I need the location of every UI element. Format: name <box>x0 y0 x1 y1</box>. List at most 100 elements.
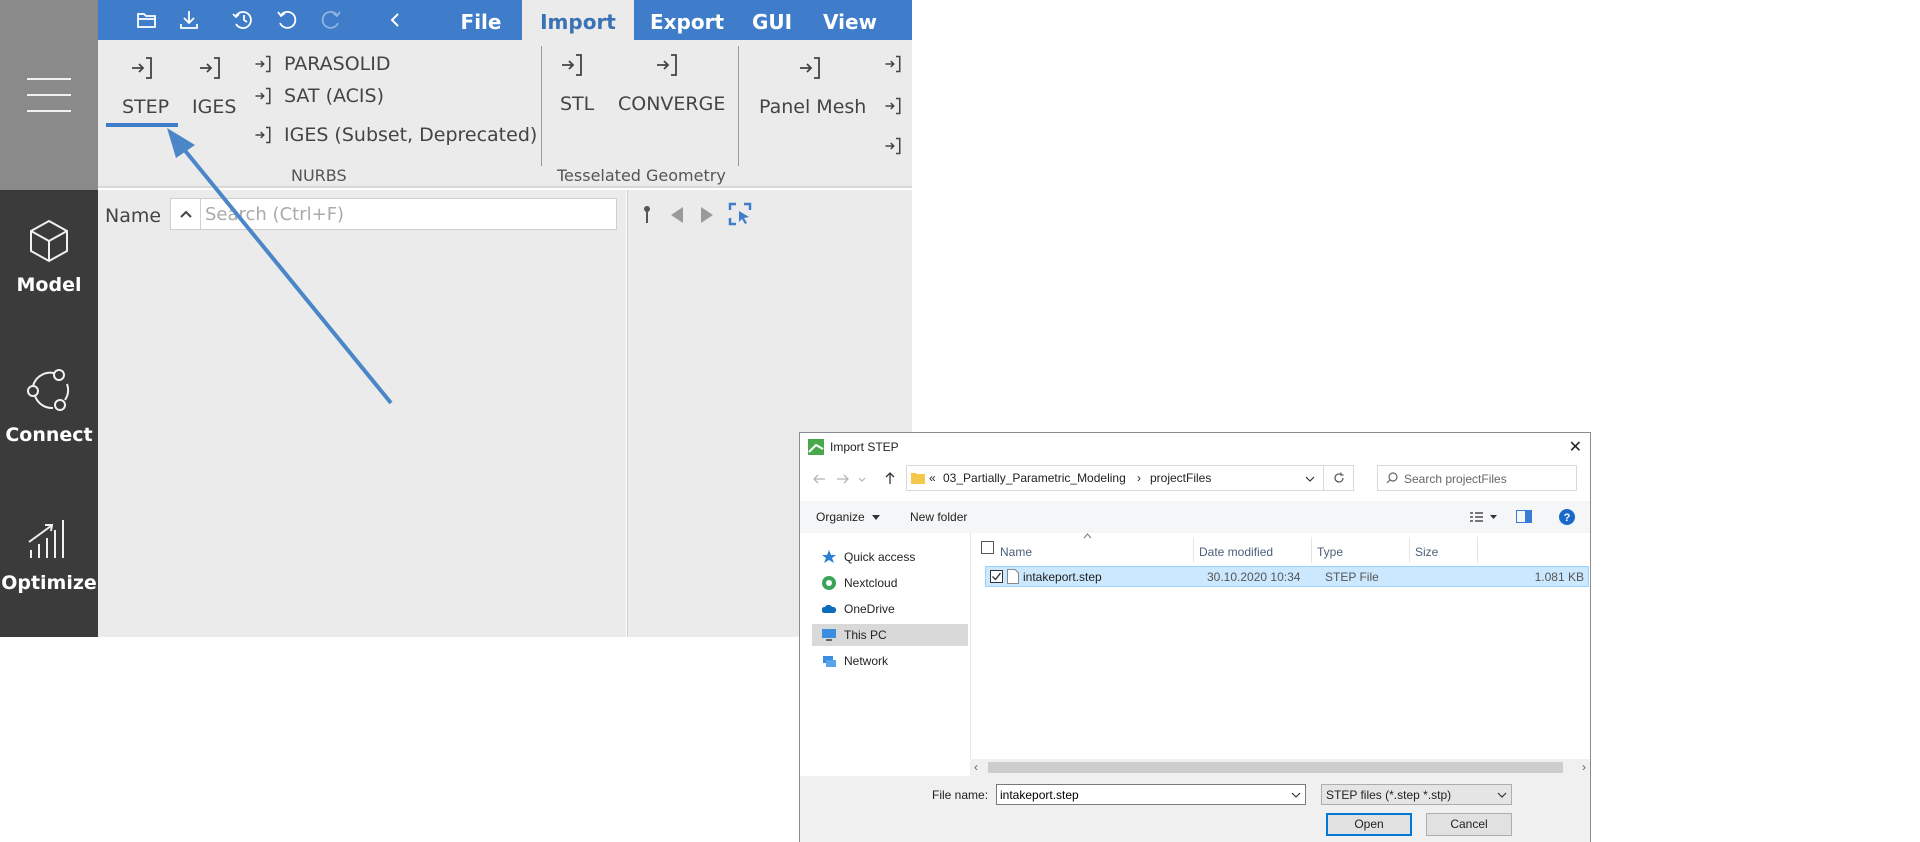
tab-file[interactable]: File <box>446 0 516 40</box>
sidebar-label-optimize: Optimize <box>1 572 97 594</box>
previous-icon[interactable] <box>670 206 684 224</box>
import-step-button[interactable]: STEP <box>122 96 169 118</box>
file-name-field <box>996 784 1306 805</box>
import-sat-button[interactable]: SAT (ACIS) <box>284 85 384 107</box>
file-type-filter[interactable]: STEP files (*.step *.stp) <box>1321 784 1512 805</box>
search-files-box <box>1377 465 1577 491</box>
nav-item-network[interactable]: Network <box>812 650 968 672</box>
horizontal-scrollbar[interactable]: ‹ › <box>970 759 1590 776</box>
import-more-icon-2[interactable] <box>884 96 902 116</box>
dialog-title: Import STEP <box>830 440 899 454</box>
recent-dropdown-icon[interactable] <box>858 477 866 483</box>
file-row[interactable]: intakeport.step 30.10.2020 10:34 STEP Fi… <box>985 566 1589 587</box>
import-sat-icon <box>255 87 271 105</box>
chevron-up-icon <box>179 210 192 218</box>
collapse-button[interactable] <box>171 199 201 229</box>
chevron-down-icon[interactable] <box>1291 788 1301 802</box>
refresh-button[interactable] <box>1324 465 1354 491</box>
chevron-down-icon[interactable] <box>1305 476 1315 482</box>
dialog-footer: File name: STEP files (*.step *.stp) Ope… <box>800 776 1590 842</box>
pin-icon[interactable] <box>642 204 652 224</box>
select-target-icon[interactable] <box>728 202 752 226</box>
close-button[interactable]: ✕ <box>1569 437 1582 457</box>
file-list: Name Date modified Type Size intakeport.… <box>970 533 1590 763</box>
hamburger-menu-icon[interactable] <box>27 78 71 112</box>
tree-search-input[interactable] <box>203 199 613 229</box>
nav-item-quick-access[interactable]: Quick access <box>812 546 968 568</box>
import-converge-button[interactable]: CONVERGE <box>618 93 725 115</box>
breadcrumb-subfolder[interactable]: projectFiles <box>1150 471 1211 485</box>
scroll-left-icon[interactable]: ‹ <box>974 760 978 774</box>
sidebar-item-model[interactable]: Model <box>0 218 98 296</box>
next-icon[interactable] <box>700 206 714 224</box>
scroll-thumb[interactable] <box>988 762 1563 773</box>
import-iges-icon <box>200 57 220 79</box>
new-folder-button[interactable]: New folder <box>910 510 967 524</box>
column-header-date[interactable]: Date modified <box>1199 545 1273 559</box>
open-folder-icon[interactable] <box>132 5 162 35</box>
undo-icon[interactable] <box>272 5 302 35</box>
scroll-right-icon[interactable]: › <box>1582 760 1586 774</box>
import-iges-subset-button[interactable]: IGES (Subset, Deprecated) <box>284 124 537 146</box>
import-more-icon-3[interactable] <box>884 136 902 156</box>
sidebar-item-optimize[interactable]: Optimize <box>0 514 98 594</box>
sidebar-item-connect[interactable]: Connect <box>0 366 98 446</box>
navigation-pane: Quick access Nextcloud OneDrive This PC … <box>800 533 970 773</box>
organize-menu[interactable]: Organize <box>816 510 865 524</box>
folder-icon <box>911 473 925 484</box>
file-checkbox[interactable] <box>990 570 1003 583</box>
import-panel-mesh-button[interactable]: Panel Mesh <box>759 96 866 118</box>
column-header-name[interactable]: Name <box>1000 545 1032 559</box>
import-stl-button[interactable]: STL <box>560 93 594 115</box>
back-arrow-icon[interactable] <box>812 473 826 485</box>
tab-export[interactable]: Export <box>640 0 734 40</box>
file-name-input[interactable] <box>1000 787 1280 803</box>
refresh-icon <box>1333 472 1344 483</box>
import-iges-subset-icon <box>255 126 271 144</box>
import-step-dialog: Import STEP ✕ « 03_Partially_Parametric_… <box>799 432 1591 842</box>
nav-item-this-pc[interactable]: This PC <box>812 624 968 646</box>
tab-view[interactable]: View <box>810 0 890 40</box>
nav-label-network: Network <box>844 654 889 668</box>
nav-item-nextcloud[interactable]: Nextcloud <box>812 572 968 594</box>
up-arrow-icon[interactable] <box>884 471 896 485</box>
breadcrumb-prefix: « <box>929 471 936 485</box>
column-header-size[interactable]: Size <box>1415 545 1438 559</box>
cancel-button[interactable]: Cancel <box>1426 813 1512 836</box>
nurbs-group-label: NURBS <box>291 166 347 185</box>
computer-icon <box>822 629 836 641</box>
address-bar[interactable]: « 03_Partially_Parametric_Modeling › pro… <box>906 465 1324 491</box>
breadcrumb-folder[interactable]: 03_Partially_Parametric_Modeling <box>943 471 1126 485</box>
file-name-label: File name: <box>932 788 989 802</box>
open-button[interactable]: Open <box>1326 813 1412 836</box>
nav-label-this-pc: This PC <box>844 628 887 642</box>
file-size: 1.081 KB <box>1534 570 1584 584</box>
preview-pane-icon[interactable] <box>1516 510 1532 523</box>
chevron-left-icon[interactable] <box>380 5 410 35</box>
tab-import[interactable]: Import <box>522 0 634 42</box>
import-parasolid-icon <box>255 55 271 73</box>
column-header-type[interactable]: Type <box>1317 545 1343 559</box>
ribbon-separator <box>541 46 542 166</box>
nav-label-onedrive: OneDrive <box>844 602 895 616</box>
menu-area <box>0 0 98 190</box>
file-type: STEP File <box>1325 570 1379 584</box>
help-icon[interactable]: ? <box>1559 509 1575 525</box>
import-iges-button[interactable]: IGES <box>192 96 236 118</box>
import-converge-icon <box>657 54 677 76</box>
file-type-filter-value: STEP files (*.step *.stp) <box>1326 788 1452 802</box>
download-icon[interactable] <box>174 5 204 35</box>
history-icon[interactable] <box>228 5 258 35</box>
nav-item-onedrive[interactable]: OneDrive <box>812 598 968 620</box>
search-files-input[interactable] <box>1402 470 1572 488</box>
view-options-icon[interactable] <box>1470 511 1498 523</box>
tab-gui[interactable]: GUI <box>740 0 804 40</box>
app-logo-icon <box>808 439 824 455</box>
import-parasolid-button[interactable]: PARASOLID <box>284 53 391 75</box>
redo-icon[interactable] <box>316 5 346 35</box>
cloud-icon <box>822 604 836 613</box>
select-all-checkbox[interactable] <box>981 541 994 554</box>
forward-arrow-icon[interactable] <box>836 473 850 485</box>
connect-icon <box>27 369 70 411</box>
import-more-icon[interactable] <box>884 54 902 74</box>
